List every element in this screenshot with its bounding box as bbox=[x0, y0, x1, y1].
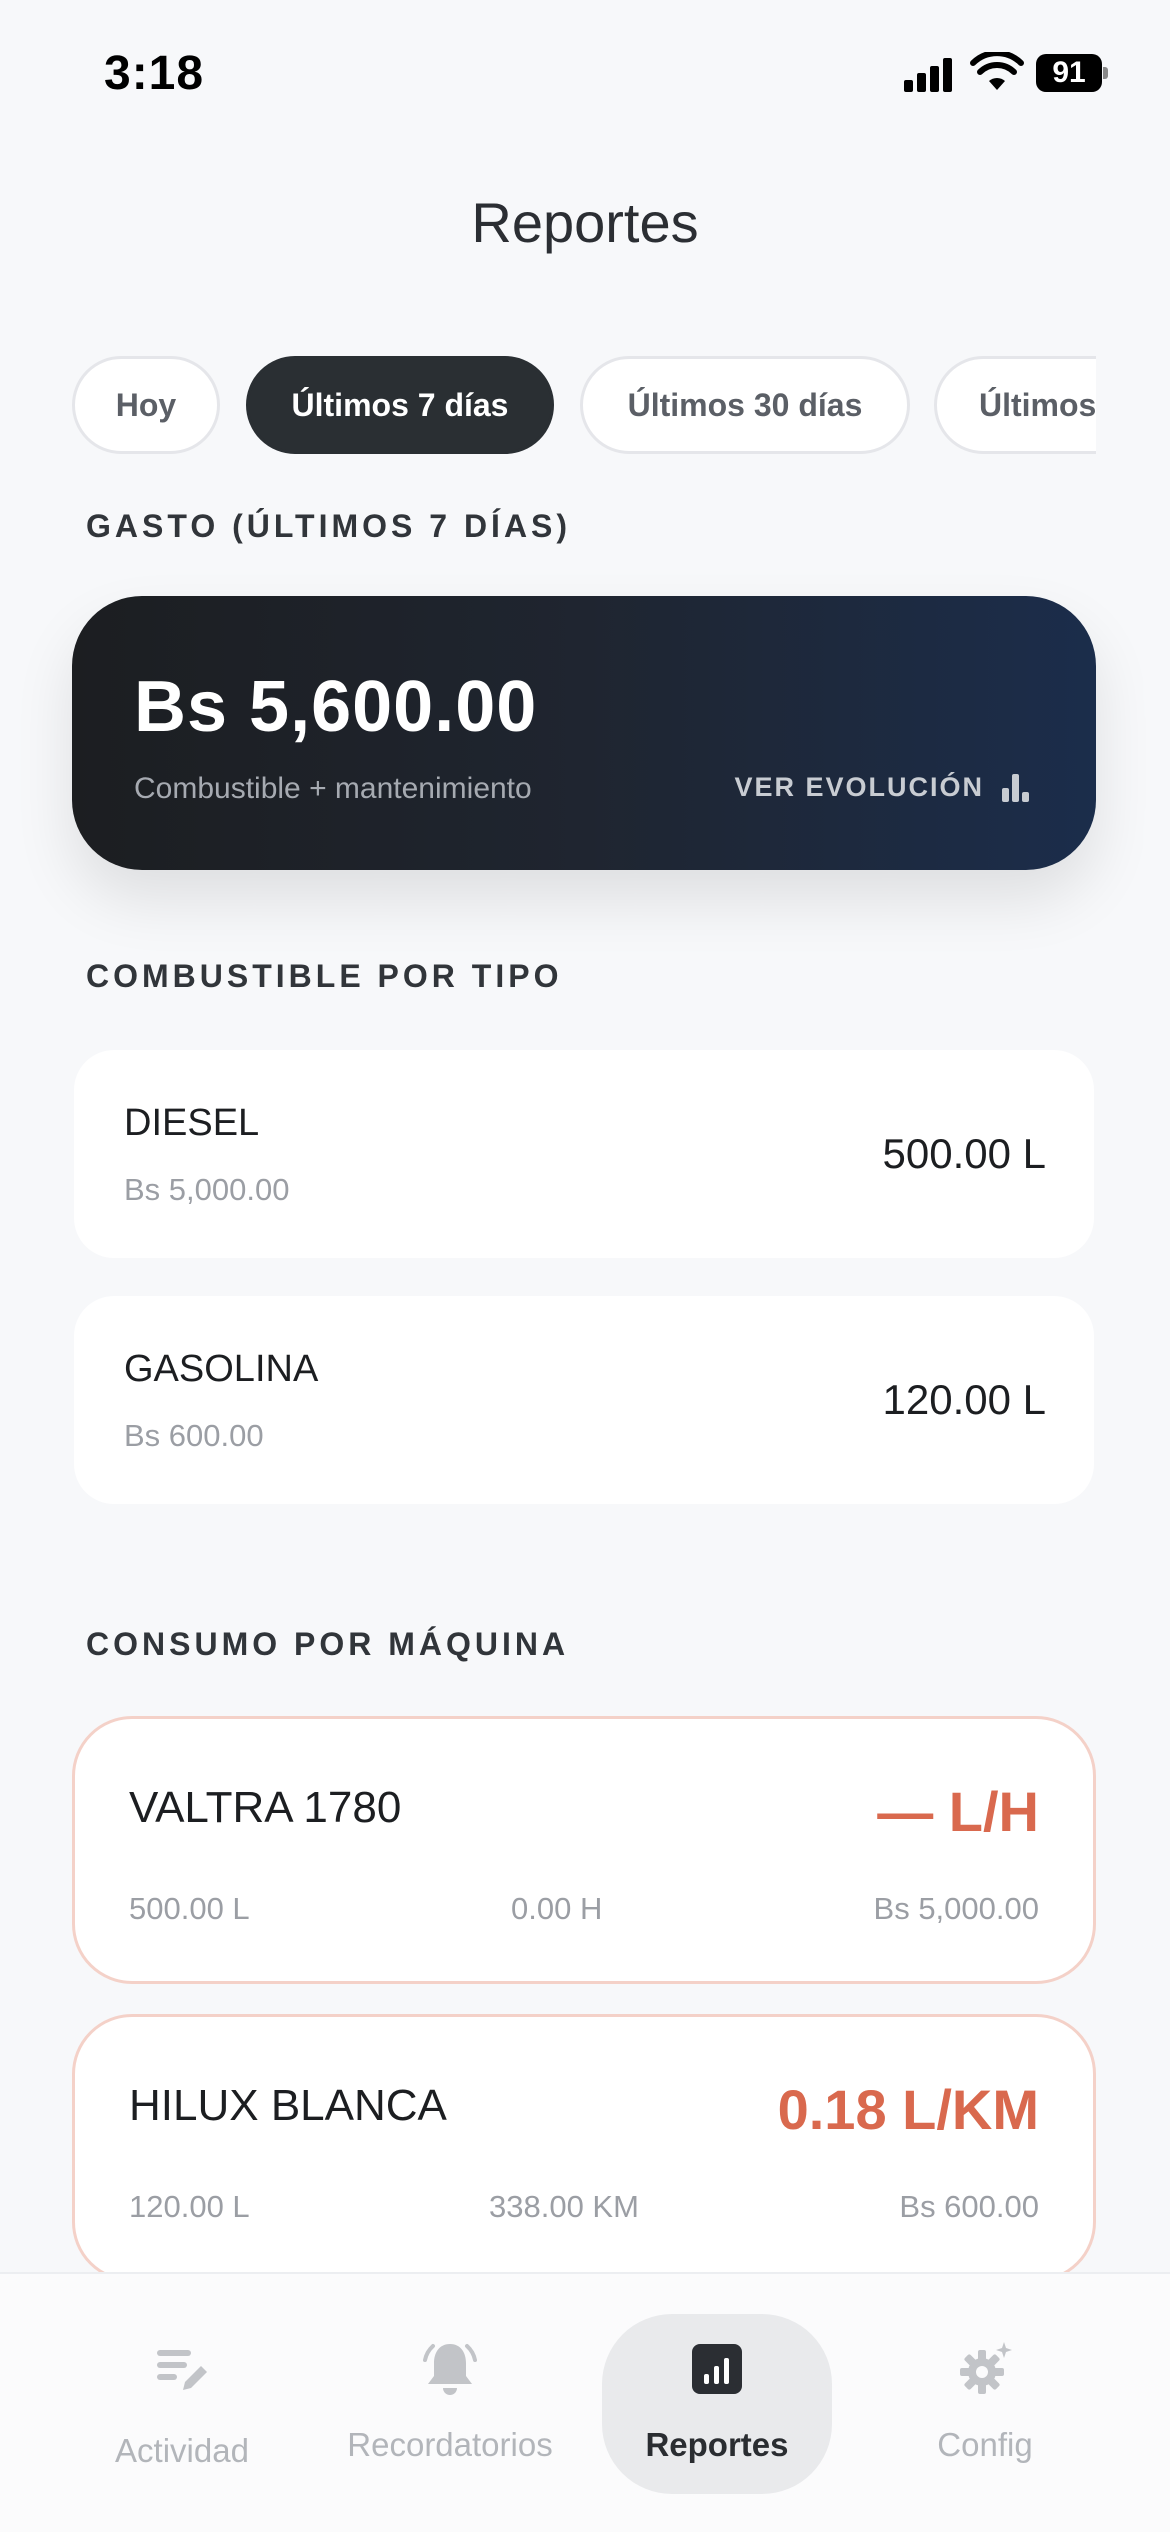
cellular-signal-icon bbox=[904, 58, 952, 92]
machine-cost: Bs 5,000.00 bbox=[873, 1891, 1039, 1926]
total-spend-amount: Bs 5,600.00 bbox=[134, 667, 538, 747]
machine-card-valtra[interactable]: VALTRA 1780 — L/H 500.00 L 0.00 H Bs 5,0… bbox=[72, 1716, 1096, 1984]
tab-label: Reportes bbox=[645, 2426, 789, 2463]
fuel-card-gasoline[interactable]: GASOLINA Bs 600.00 120.00 L bbox=[74, 1296, 1094, 1504]
fuel-type-cost: Bs 5,000.00 bbox=[124, 1172, 290, 1207]
machine-section-label: CONSUMO POR MÁQUINA bbox=[86, 1626, 570, 1662]
tab-reminders[interactable]: Recordatorios bbox=[330, 2314, 570, 2494]
machine-consumption-rate: — L/H bbox=[877, 1780, 1039, 1843]
fuel-type-liters: 120.00 L bbox=[882, 1376, 1047, 1423]
chart-icon bbox=[692, 2344, 742, 2394]
chip-last-30-days[interactable]: Últimos 30 días bbox=[580, 356, 910, 454]
tab-reports[interactable]: Reportes bbox=[602, 2314, 832, 2494]
status-bar: 3:18 91 bbox=[0, 0, 1170, 150]
bell-icon bbox=[423, 2344, 477, 2395]
fuel-type-name: GASOLINA bbox=[124, 1348, 319, 1390]
tab-label: Config bbox=[937, 2426, 1033, 2463]
fuel-type-cost: Bs 600.00 bbox=[124, 1418, 264, 1453]
machine-usage: 0.00 H bbox=[511, 1891, 603, 1926]
tab-label: Recordatorios bbox=[347, 2426, 553, 2463]
wifi-icon bbox=[970, 52, 1024, 90]
bar-chart-icon bbox=[1002, 773, 1030, 802]
spend-section-label: GASTO (ÚLTIMOS 7 DÍAS) bbox=[86, 508, 572, 544]
reports-screen: 3:18 91 Reportes Hoy Últimos 7 días Últi… bbox=[0, 0, 1170, 2532]
machine-liters: 120.00 L bbox=[129, 2189, 250, 2224]
machine-cost: Bs 600.00 bbox=[899, 2189, 1039, 2224]
tab-config[interactable]: Config bbox=[880, 2314, 1090, 2494]
fuel-card-diesel[interactable]: DIESEL Bs 5,000.00 500.00 L bbox=[74, 1050, 1094, 1258]
chip-last-7-days[interactable]: Últimos 7 días bbox=[246, 356, 554, 454]
page-title: Reportes bbox=[471, 191, 699, 254]
total-spend-card[interactable]: Bs 5,600.00 Combustible + mantenimiento … bbox=[72, 596, 1096, 870]
view-evolution-label: VER EVOLUCIÓN bbox=[734, 772, 984, 802]
tab-label: Actividad bbox=[115, 2432, 249, 2469]
fuel-section-label: COMBUSTIBLE POR TIPO bbox=[86, 958, 563, 994]
battery-percent: 91 bbox=[1052, 56, 1086, 89]
total-spend-subtitle: Combustible + mantenimiento bbox=[134, 772, 532, 805]
period-filter-chips: Hoy Últimos 7 días Últimos 30 días Últim… bbox=[72, 356, 1096, 456]
machine-usage: 338.00 KM bbox=[489, 2189, 639, 2224]
battery-icon: 91 bbox=[1036, 54, 1108, 92]
chip-more-periods[interactable]: Últimos bbox=[934, 356, 1096, 454]
edit-list-icon bbox=[157, 2350, 207, 2390]
status-time: 3:18 bbox=[104, 47, 205, 100]
fuel-type-liters: 500.00 L bbox=[882, 1130, 1047, 1177]
machine-name: VALTRA 1780 bbox=[129, 1783, 402, 1832]
machine-card-hilux[interactable]: HILUX BLANCA 0.18 L/KM 120.00 L 338.00 K… bbox=[72, 2014, 1096, 2282]
fuel-type-name: DIESEL bbox=[124, 1102, 260, 1144]
machine-consumption-rate: 0.18 L/KM bbox=[777, 2078, 1039, 2141]
gear-icon bbox=[960, 2342, 1012, 2394]
bottom-tab-bar: Actividad Recordatorios Reportes Config bbox=[0, 2272, 1170, 2532]
view-evolution-link[interactable]: VER EVOLUCIÓN bbox=[734, 772, 1030, 803]
machine-liters: 500.00 L bbox=[129, 1891, 250, 1926]
machine-name: HILUX BLANCA bbox=[129, 2081, 447, 2130]
chip-today[interactable]: Hoy bbox=[72, 356, 220, 454]
tab-activity[interactable]: Actividad bbox=[70, 2314, 294, 2494]
